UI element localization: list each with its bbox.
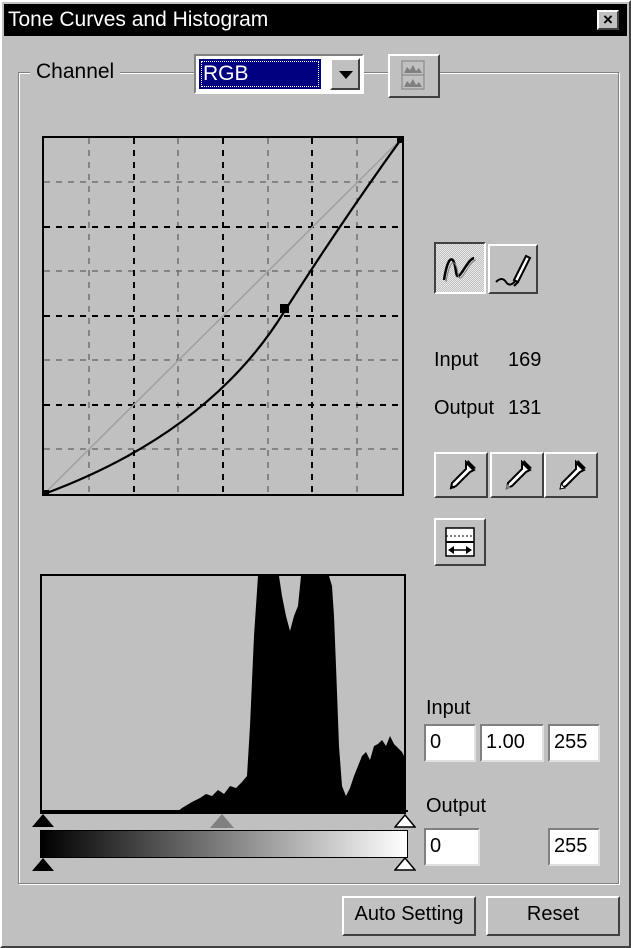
gray-point-eyedropper-button[interactable] [490,452,544,498]
chevron-down-icon[interactable] [330,58,360,90]
input-black-slider[interactable] [32,814,54,827]
reverse-curve-button[interactable] [434,518,486,566]
output-white-slider[interactable] [394,857,416,871]
histogram-bars [42,576,404,812]
auto-setting-button[interactable]: Auto Setting [342,896,476,936]
freehand-tool-icon [495,254,532,287]
output-white-field[interactable]: 255 [548,828,600,866]
display-toggle-button[interactable] [388,54,440,98]
readout-output-value: 131 [508,397,542,419]
white-eyedropper-icon [559,459,586,490]
curve-tool-button[interactable] [434,242,486,294]
input-black-field[interactable]: 0 [424,724,476,762]
levels-input-label: Input [426,697,471,719]
readout-input-label: Input [434,349,479,371]
gray-eyedropper-icon [505,459,532,490]
levels-output-label: Output [426,795,487,817]
input-white-field[interactable]: 255 [548,724,600,762]
readout-output-label: Output [434,397,495,419]
input-white-slider[interactable] [394,814,416,828]
close-icon: × [603,10,613,29]
freehand-tool-button[interactable] [488,244,538,294]
tone-curve-graph[interactable] [42,136,404,496]
reverse-curve-icon [445,527,475,557]
channel-label: Channel [30,58,121,86]
channel-dropdown[interactable]: RGB [194,54,364,94]
window-title: Tone Curves and Histogram [8,8,269,31]
input-gamma-field[interactable]: 1.00 [480,724,544,762]
curve-tool-icon [442,256,477,283]
input-gamma-slider[interactable] [210,814,234,828]
black-eyedropper-icon [449,459,476,490]
tone-curves-window: Tone Curves and Histogram × Channel RGB [0,0,631,948]
output-gradient-bar [40,830,408,858]
histogram[interactable] [40,574,406,814]
title-bar[interactable]: Tone Curves and Histogram × [4,4,627,36]
close-button[interactable]: × [597,10,619,30]
readout-input-value: 169 [508,349,542,371]
white-point-eyedropper-button[interactable] [544,452,598,498]
channel-selected: RGB [199,59,321,89]
output-black-slider[interactable] [32,858,54,871]
curve-control-point [280,304,289,313]
display-toggle-icon [401,60,425,90]
reset-button[interactable]: Reset [486,896,620,936]
output-black-field[interactable]: 0 [424,828,480,866]
histogram-baseline [40,810,408,812]
black-point-eyedropper-button[interactable] [434,452,488,498]
